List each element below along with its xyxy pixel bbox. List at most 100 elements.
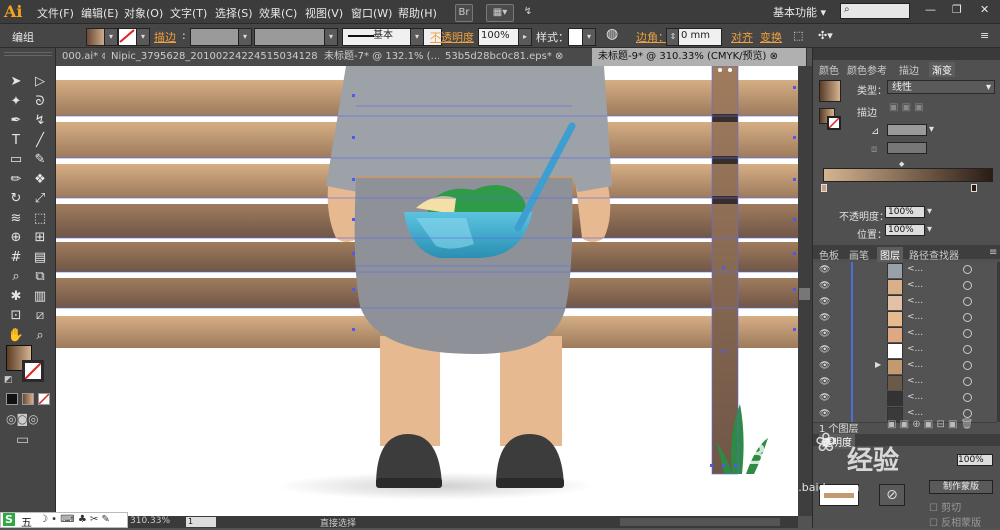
symbol-sprayer-tool[interactable]: ✱: [6, 287, 26, 307]
gradient-stroke-box[interactable]: [827, 116, 841, 130]
menu-type[interactable]: 文字(T): [170, 5, 207, 21]
panel-menu-icon[interactable]: ≡: [989, 247, 997, 258]
layer-row[interactable]: 👁 ▶ <...: [813, 358, 997, 375]
stroke-swatch[interactable]: [118, 28, 138, 46]
tab-pathfinder[interactable]: 路径查找器: [909, 247, 959, 262]
tab-brushes[interactable]: 画笔: [849, 247, 869, 262]
control-panel-menu-icon[interactable]: ≡: [980, 29, 989, 42]
layer-target-icon[interactable]: [963, 265, 972, 274]
menu-edit[interactable]: 编辑(E): [81, 5, 119, 21]
tab-color-guide[interactable]: 颜色参考: [847, 62, 887, 77]
brush-definition[interactable]: 基本: [342, 28, 442, 46]
layer-row[interactable]: 👁 <...: [813, 278, 997, 295]
gradient-slider[interactable]: [823, 168, 993, 182]
gradient-stop-left[interactable]: [821, 184, 827, 192]
layer-name[interactable]: <...: [907, 328, 923, 338]
layer-target-icon[interactable]: [963, 393, 972, 402]
stroke-label[interactable]: 描边: [154, 29, 176, 45]
pencil-tool[interactable]: ✏: [6, 170, 26, 190]
layer-target-icon[interactable]: [963, 345, 972, 354]
mesh-tool[interactable]: #: [6, 248, 26, 268]
layer-row[interactable]: 👁 <...: [813, 262, 997, 279]
line-tool[interactable]: ╱: [30, 131, 50, 151]
layer-row[interactable]: 👁 <...: [813, 342, 997, 359]
tab-document-active[interactable]: 未标题-9* @ 310.33% (CMYK/预览) ⊗: [592, 48, 807, 66]
free-transform-tool[interactable]: ⬚: [30, 209, 50, 229]
direct-selection-tool[interactable]: ▷: [30, 72, 50, 92]
align-link[interactable]: 对齐: [731, 29, 753, 45]
visibility-eye-icon[interactable]: 👁: [819, 361, 830, 371]
none-mode-button[interactable]: [38, 393, 50, 405]
selection-tool[interactable]: ➤: [6, 72, 26, 92]
gradient-opacity-dropdown[interactable]: ▾: [927, 206, 932, 217]
stroke-weight-field[interactable]: [190, 28, 240, 46]
visibility-eye-icon[interactable]: 👁: [819, 393, 830, 403]
pen-tool[interactable]: ✒: [6, 111, 26, 131]
curvature-tool[interactable]: ↯: [30, 111, 50, 131]
opacity-dropdown[interactable]: ▸: [518, 28, 532, 46]
warp-tool[interactable]: ≋: [6, 209, 26, 229]
horizontal-scrollbar[interactable]: [620, 518, 780, 526]
menu-file[interactable]: 文件(F): [37, 5, 74, 21]
expand-arrow-icon[interactable]: ▶: [875, 360, 881, 369]
layer-name[interactable]: <...: [907, 312, 923, 322]
layer-name[interactable]: <...: [907, 280, 923, 290]
draw-mode-icon[interactable]: ◎◙◎: [6, 412, 39, 426]
gradient-angle-field[interactable]: [887, 124, 927, 136]
panel-grip[interactable]: [813, 48, 1000, 60]
opacity-field[interactable]: 100%: [478, 28, 522, 46]
zoom-tool[interactable]: ⌕: [30, 326, 50, 346]
layer-target-icon[interactable]: [963, 313, 972, 322]
variable-width-profile[interactable]: [254, 28, 326, 46]
menu-effect[interactable]: 效果(C): [259, 5, 297, 21]
rotate-tool[interactable]: ↻: [6, 189, 26, 209]
gradient-mode-button[interactable]: [22, 393, 34, 405]
gradient-stop-right[interactable]: [971, 184, 977, 192]
gradient-opacity-field[interactable]: 100%: [885, 206, 925, 218]
restore-window-button[interactable]: ❐: [952, 3, 962, 16]
layer-name[interactable]: <...: [907, 296, 923, 306]
color-mode-button[interactable]: [6, 393, 18, 405]
zoom-level[interactable]: 310.33%: [130, 516, 170, 526]
arrange-documents-icon[interactable]: ▦▾: [486, 4, 514, 22]
artboard-tool[interactable]: ⊡: [6, 306, 26, 326]
menu-select[interactable]: 选择(S): [215, 5, 253, 21]
layer-row[interactable]: 👁 <...: [813, 390, 997, 407]
layer-name[interactable]: <...: [907, 392, 923, 402]
isolate-group-icon[interactable]: ⬚: [793, 29, 803, 42]
tab-swatches[interactable]: 色板: [819, 247, 839, 262]
menu-object[interactable]: 对象(O): [124, 5, 163, 21]
slice-tool[interactable]: ⧄: [30, 306, 50, 326]
fill-swatch[interactable]: [86, 28, 106, 46]
control-more-icon[interactable]: ✣▾: [818, 29, 833, 42]
brush-definition-dropdown[interactable]: ▾: [410, 28, 424, 46]
layer-name[interactable]: <...: [907, 264, 923, 274]
gradient-aspect-field[interactable]: [887, 142, 927, 154]
clip-checkbox[interactable]: ☐ 剪切: [929, 499, 961, 514]
artboard-number-field[interactable]: 1: [186, 517, 216, 527]
layer-name[interactable]: <...: [907, 344, 923, 354]
type-tool[interactable]: T: [6, 131, 26, 151]
stroke-weight-dropdown[interactable]: ▾: [238, 28, 252, 46]
gradient-type-select[interactable]: 线性 ▾: [887, 80, 995, 94]
visibility-eye-icon[interactable]: 👁: [819, 297, 830, 307]
workspace-switcher[interactable]: 基本功能 ▾: [773, 4, 826, 20]
gradient-preview[interactable]: [819, 80, 841, 102]
gradient-position-dropdown[interactable]: ▾: [927, 224, 932, 235]
tab-layers[interactable]: 图层: [877, 247, 903, 262]
column-graph-tool[interactable]: ▥: [30, 287, 50, 307]
perspective-grid-tool[interactable]: ⊞: [30, 228, 50, 248]
lasso-tool[interactable]: ᘐ: [30, 92, 50, 112]
tab-color[interactable]: 颜色: [819, 62, 839, 77]
layer-target-icon[interactable]: [963, 297, 972, 306]
blob-brush-tool[interactable]: ❖: [30, 170, 50, 190]
tab-document-3[interactable]: 未标题-7* @ 132.1% (…: [318, 48, 445, 66]
hand-tool[interactable]: ✋: [6, 326, 26, 346]
layer-target-icon[interactable]: [963, 361, 972, 370]
variable-width-dropdown[interactable]: ▾: [324, 28, 338, 46]
tab-document-2[interactable]: Nipic_3795628_20100224224515034128.ai* ⊗: [105, 48, 324, 66]
gradient-tool[interactable]: ▤: [30, 248, 50, 268]
invert-mask-checkbox[interactable]: ☐ 反相蒙版: [929, 514, 981, 529]
default-colors-icon[interactable]: ◩: [4, 375, 13, 385]
stroke-dropdown[interactable]: ▾: [136, 28, 150, 46]
